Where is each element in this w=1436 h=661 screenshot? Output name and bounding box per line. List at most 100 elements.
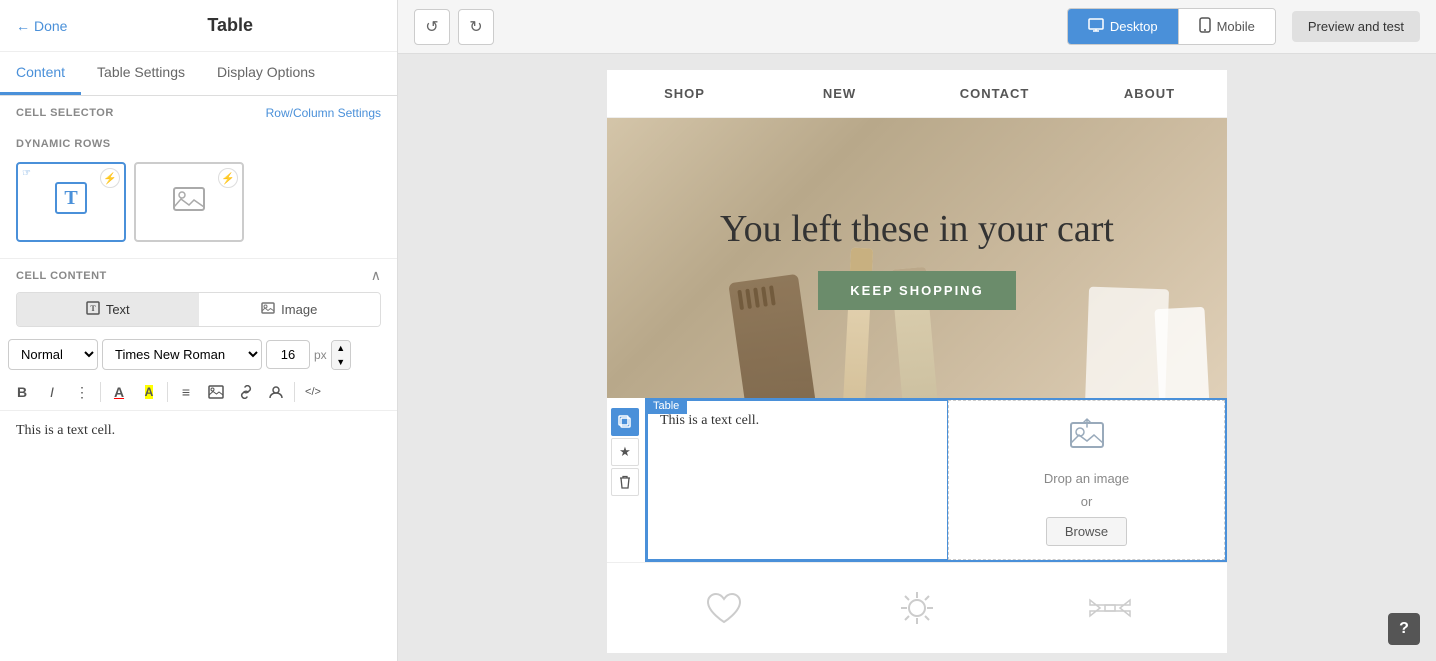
font-size-unit: px (314, 348, 327, 362)
separator-2 (167, 382, 168, 402)
nav-item-shop[interactable]: SHOP (607, 70, 762, 117)
separator-1 (100, 382, 101, 402)
or-label: or (1081, 494, 1093, 509)
preview-test-button[interactable]: Preview and test (1292, 11, 1420, 42)
cell-selector-label: CELL SELECTOR (16, 107, 114, 119)
image-cell-icon (171, 181, 207, 224)
font-controls: Normal Heading 1 Heading 2 Times New Rom… (0, 335, 397, 374)
panel-body: CELL SELECTOR Row/Column Settings DYNAMI… (0, 96, 397, 661)
toggle-text-label: Text (106, 302, 130, 317)
favorite-table-button[interactable]: ★ (611, 438, 639, 466)
dynamic-rows-grid: T ⚡ ☞ ⚡ (0, 154, 397, 250)
desktop-icon (1088, 18, 1104, 35)
row-col-settings-link[interactable]: Row/Column Settings (266, 106, 381, 120)
email-canvas: SHOP NEW CONTACT ABOUT (607, 70, 1227, 645)
hero-section: You left these in your cart KEEP SHOPPIN… (607, 118, 1227, 398)
email-nav: SHOP NEW CONTACT ABOUT (607, 70, 1227, 118)
cell-content-section: CELL CONTENT ∧ T Text (0, 250, 397, 459)
desktop-label: Desktop (1110, 19, 1158, 34)
main-area: ↺ ↻ Desktop Mobile (398, 0, 1436, 661)
view-toggle: Desktop Mobile (1067, 8, 1276, 45)
toggle-image-button[interactable]: Image (199, 293, 381, 326)
text-cell-icon: T (51, 178, 91, 226)
panel-header: ← Done Table (0, 0, 397, 52)
canvas-area: SHOP NEW CONTACT ABOUT (398, 54, 1436, 661)
question-mark-icon: ? (1399, 620, 1409, 638)
back-arrow-icon: ← (16, 18, 30, 34)
panel-tabs: Content Table Settings Display Options (0, 52, 397, 96)
nav-item-about[interactable]: ABOUT (1072, 70, 1227, 117)
bold-button[interactable]: B (8, 378, 36, 406)
font-size-stepper: ▲ ▼ (331, 340, 351, 370)
table-row-cells: This is a text cell. (647, 400, 1225, 560)
tab-display-options[interactable]: Display Options (201, 52, 331, 95)
nav-item-contact[interactable]: CONTACT (917, 70, 1072, 117)
image-drop-cell[interactable]: Drop an image or Browse (948, 400, 1225, 560)
align-button[interactable]: ≡ (172, 378, 200, 406)
font-size-up-button[interactable]: ▲ (332, 341, 350, 355)
mobile-view-button[interactable]: Mobile (1178, 9, 1275, 44)
hero-content: You left these in your cart KEEP SHOPPIN… (720, 207, 1114, 310)
undo-button[interactable]: ↺ (414, 9, 450, 45)
desktop-view-button[interactable]: Desktop (1068, 9, 1178, 44)
keep-shopping-button[interactable]: KEEP SHOPPING (818, 271, 1015, 310)
done-label: Done (34, 18, 67, 34)
toggle-text-button[interactable]: T Text (17, 293, 199, 326)
lightning-badge-text: ⚡ (100, 168, 120, 188)
more-options-button[interactable]: ⋮ (68, 378, 96, 406)
table-label: Table (645, 398, 687, 414)
text-cell-content: This is a text cell. (660, 413, 759, 428)
browse-button[interactable]: Browse (1046, 517, 1127, 546)
text-color-button[interactable]: A (105, 378, 133, 406)
bottom-icons-section (607, 562, 1227, 653)
help-button[interactable]: ? (1388, 613, 1420, 645)
tab-table-settings[interactable]: Table Settings (81, 52, 201, 95)
svg-text:T: T (90, 304, 96, 313)
text-preview-area[interactable]: This is a text cell. (0, 411, 397, 451)
bottom-icon-sun (892, 583, 942, 633)
link-button[interactable] (232, 378, 260, 406)
collapse-icon[interactable]: ∧ (371, 267, 381, 284)
drop-image-label: Drop an image (1044, 471, 1129, 486)
table-actions: ★ (611, 408, 639, 496)
tab-content[interactable]: Content (0, 52, 81, 95)
cell-content-header: CELL CONTENT ∧ (0, 258, 397, 292)
bottom-icon-arrows (1085, 583, 1135, 633)
done-button[interactable]: ← Done (16, 18, 67, 34)
source-code-button[interactable]: </> (299, 378, 327, 406)
copy-table-button[interactable] (611, 408, 639, 436)
cell-content-label: CELL CONTENT (16, 270, 107, 282)
cell-selector-header: CELL SELECTOR Row/Column Settings (0, 96, 397, 130)
content-type-toggle: T Text Image (16, 292, 381, 327)
insert-image-button[interactable] (202, 378, 230, 406)
separator-3 (294, 382, 295, 402)
highlight-button[interactable]: A (135, 378, 163, 406)
font-family-select[interactable]: Times New Roman Arial Georgia (102, 339, 262, 370)
top-toolbar: ↺ ↻ Desktop Mobile (398, 0, 1436, 54)
table-section: Table ★ (645, 398, 1227, 562)
lightning-badge-image: ⚡ (218, 168, 238, 188)
mobile-icon (1199, 17, 1211, 36)
dynamic-rows-label: DYNAMIC ROWS (0, 130, 397, 154)
table-container: Table ★ (607, 398, 1227, 562)
toggle-image-label: Image (281, 302, 317, 317)
image-drop-icon (1067, 415, 1107, 463)
nav-item-new[interactable]: NEW (762, 70, 917, 117)
text-row-cell[interactable]: T ⚡ ☞ (16, 162, 126, 242)
svg-text:T: T (64, 187, 78, 209)
text-cell[interactable]: This is a text cell. (647, 400, 948, 560)
text-toggle-icon: T (86, 301, 100, 318)
font-size-input[interactable] (266, 340, 310, 369)
font-style-select[interactable]: Normal Heading 1 Heading 2 (8, 339, 98, 370)
font-size-down-button[interactable]: ▼ (332, 355, 350, 369)
hero-box-item-2 (1154, 307, 1209, 398)
image-row-cell[interactable]: ⚡ (134, 162, 244, 242)
italic-button[interactable]: I (38, 378, 66, 406)
mobile-label: Mobile (1217, 19, 1255, 34)
redo-button[interactable]: ↻ (458, 9, 494, 45)
personalization-button[interactable] (262, 378, 290, 406)
image-toggle-icon (261, 301, 275, 318)
delete-table-button[interactable] (611, 468, 639, 496)
hero-title: You left these in your cart (720, 207, 1114, 251)
bottom-icon-heart (699, 583, 749, 633)
